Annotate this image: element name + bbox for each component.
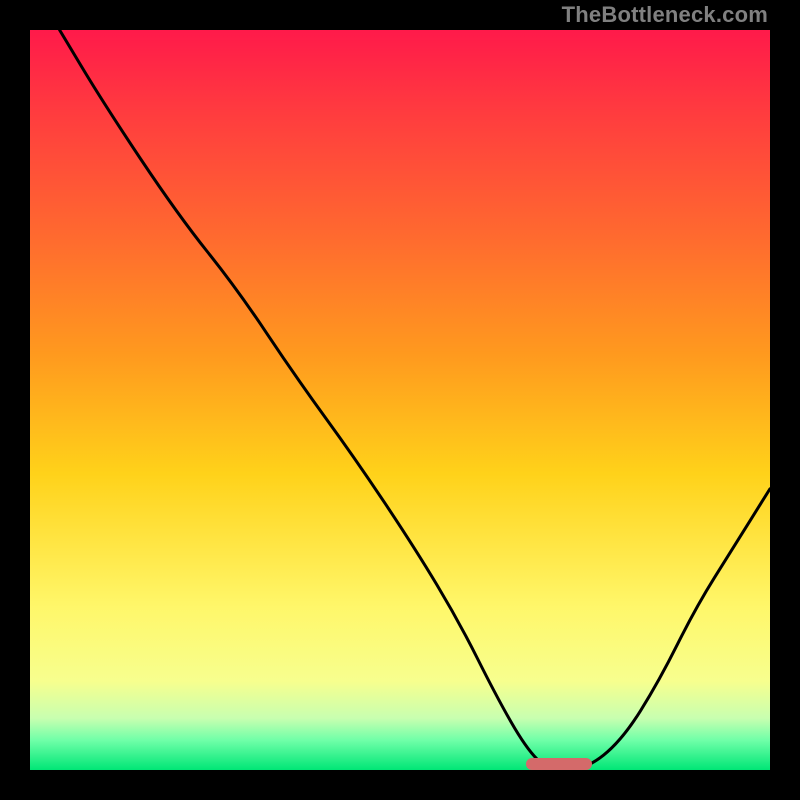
bottleneck-curve <box>60 30 770 770</box>
chart-frame: TheBottleneck.com <box>0 0 800 800</box>
plot-area <box>30 30 770 770</box>
curve-layer <box>30 30 770 770</box>
bottleneck-min-marker <box>526 758 593 770</box>
watermark-text: TheBottleneck.com <box>562 4 768 26</box>
